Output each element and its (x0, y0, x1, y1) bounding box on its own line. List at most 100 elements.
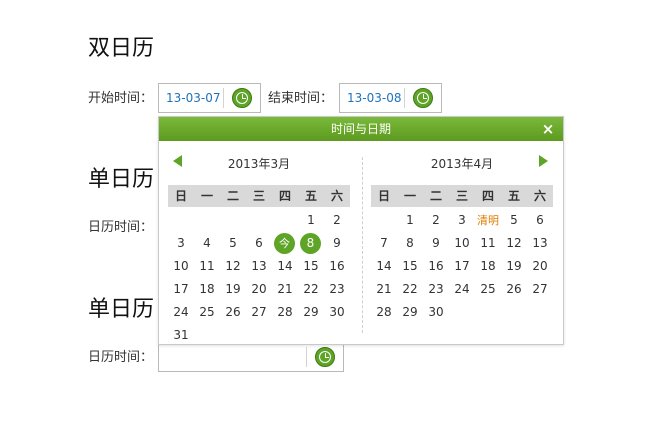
day-cell[interactable]: 15 (397, 255, 423, 278)
day-cell[interactable]: 26 (220, 301, 246, 324)
weekday-header: 日一二三四五六 (371, 185, 553, 207)
day-cell[interactable]: 30 (324, 301, 350, 324)
day-cell[interactable]: 11 (475, 232, 501, 255)
weekday-label: 四 (278, 189, 291, 203)
day-cell[interactable]: 25 (194, 301, 220, 324)
single-calendar-title-2: 单日历 (88, 297, 155, 322)
day-cell[interactable]: 23 (423, 278, 449, 301)
day-cell[interactable]: 21 (272, 278, 298, 301)
weekday-label: 四 (481, 189, 494, 203)
day-cell[interactable]: 11 (194, 255, 220, 278)
weekday-label: 五 (304, 189, 317, 203)
day-cell[interactable]: 20 (246, 278, 272, 301)
day-cell[interactable]: 19 (220, 278, 246, 301)
day-cell[interactable]: 17 (449, 255, 475, 278)
day-cell[interactable]: 28 (371, 301, 397, 324)
day-cell[interactable]: 6 (527, 209, 553, 232)
day-cell[interactable]: 30 (423, 301, 449, 324)
date-picker-popup: 时间与日期 × 2013年3月 日一二三四五六 1 2 3 4 5 6 今天 8 9 10 11 12… (158, 116, 564, 345)
day-cell[interactable]: 1 (397, 209, 423, 232)
month-separator (362, 157, 363, 333)
weekday-label: 日 (174, 189, 187, 203)
weekday-label: 一 (403, 189, 416, 203)
day-cell[interactable]: 5 (501, 209, 527, 232)
empty-day-cell (194, 209, 220, 232)
day-cell[interactable]: 10 (449, 232, 475, 255)
day-cell[interactable]: 10 (168, 255, 194, 278)
dual-calendar-title: 双日历 (88, 36, 155, 61)
calendar-time-label-2: 日历时间： (88, 350, 154, 365)
day-cell-today[interactable]: 今天 (272, 232, 298, 271)
start-time-label: 开始时间： (88, 91, 154, 106)
day-cell[interactable]: 25 (475, 278, 501, 301)
day-cell[interactable]: 1 (298, 209, 324, 232)
day-cell[interactable]: 29 (298, 301, 324, 324)
day-cell-selected[interactable]: 8 (298, 232, 324, 255)
weekday-label: 六 (533, 189, 546, 203)
day-cell[interactable]: 5 (220, 232, 246, 255)
day-cell[interactable]: 9 (324, 232, 350, 255)
day-cell[interactable]: 18 (194, 278, 220, 301)
weekday-label: 五 (507, 189, 520, 203)
weekday-label: 三 (252, 189, 265, 203)
day-cell[interactable]: 21 (371, 278, 397, 301)
single-calendar-title-1: 单日历 (88, 167, 155, 192)
day-cell[interactable]: 18 (475, 255, 501, 278)
day-cell[interactable]: 3 (449, 209, 475, 232)
weekday-label: 三 (455, 189, 468, 203)
calendar-time-label-1: 日历时间： (88, 220, 154, 235)
start-date-field[interactable]: 13-03-07 (158, 83, 261, 113)
day-cell[interactable]: 12 (220, 255, 246, 278)
day-cell[interactable]: 26 (501, 278, 527, 301)
day-cell[interactable]: 12 (501, 232, 527, 255)
day-cell[interactable]: 9 (423, 232, 449, 255)
day-grid: 1 2 3 4 5 6 今天 8 9 10 11 12 13 14 15 16 17 18 19 20 21 22 23 24… (168, 209, 350, 347)
empty-day-cell (168, 209, 194, 232)
clock-icon[interactable] (232, 88, 252, 108)
day-cell[interactable]: 17 (168, 278, 194, 301)
day-cell[interactable]: 2 (324, 209, 350, 232)
day-cell[interactable]: 31 (168, 324, 194, 347)
end-date-field[interactable]: 13-03-08 (339, 83, 442, 113)
day-cell[interactable]: 6 (246, 232, 272, 255)
day-cell[interactable]: 27 (527, 278, 553, 301)
field-divider (306, 347, 307, 367)
day-cell[interactable]: 28 (272, 301, 298, 324)
day-cell[interactable]: 16 (324, 255, 350, 278)
day-cell-holiday[interactable]: 清明 (475, 209, 501, 232)
weekday-header: 日一二三四五六 (168, 185, 350, 207)
day-cell[interactable]: 19 (501, 255, 527, 278)
clock-icon[interactable] (413, 88, 433, 108)
day-cell[interactable]: 14 (371, 255, 397, 278)
day-cell[interactable]: 7 (371, 232, 397, 255)
day-cell[interactable]: 29 (397, 301, 423, 324)
day-cell[interactable]: 24 (168, 301, 194, 324)
weekday-label: 一 (200, 189, 213, 203)
day-cell[interactable]: 4 (194, 232, 220, 255)
day-cell[interactable]: 2 (423, 209, 449, 232)
day-cell[interactable]: 22 (298, 278, 324, 301)
day-cell[interactable]: 14 (272, 255, 298, 278)
day-cell[interactable]: 13 (527, 232, 553, 255)
day-grid: 1 2 3 清明 5 6 7 8 9 10 11 12 13 14 15 16 17 18 19 20 21 22 23 24… (371, 209, 553, 324)
day-cell[interactable]: 23 (324, 278, 350, 301)
day-cell[interactable]: 24 (449, 278, 475, 301)
day-cell[interactable]: 8 (397, 232, 423, 255)
day-cell[interactable]: 22 (397, 278, 423, 301)
weekday-label: 二 (226, 189, 239, 203)
month-title: 2013年4月 (430, 157, 494, 171)
day-cell[interactable]: 16 (423, 255, 449, 278)
empty-day-cell (246, 209, 272, 232)
day-cell[interactable]: 27 (246, 301, 272, 324)
day-cell[interactable]: 13 (246, 255, 272, 278)
day-cell[interactable]: 20 (527, 255, 553, 278)
day-cell[interactable]: 15 (298, 255, 324, 278)
start-date-value: 13-03-07 (166, 91, 221, 105)
field-divider (223, 88, 224, 108)
empty-day-cell (220, 209, 246, 232)
day-cell[interactable]: 3 (168, 232, 194, 255)
empty-day-cell (272, 209, 298, 232)
close-icon[interactable]: × (541, 117, 555, 141)
clock-icon[interactable] (315, 347, 335, 367)
month-title: 2013年3月 (227, 157, 291, 171)
